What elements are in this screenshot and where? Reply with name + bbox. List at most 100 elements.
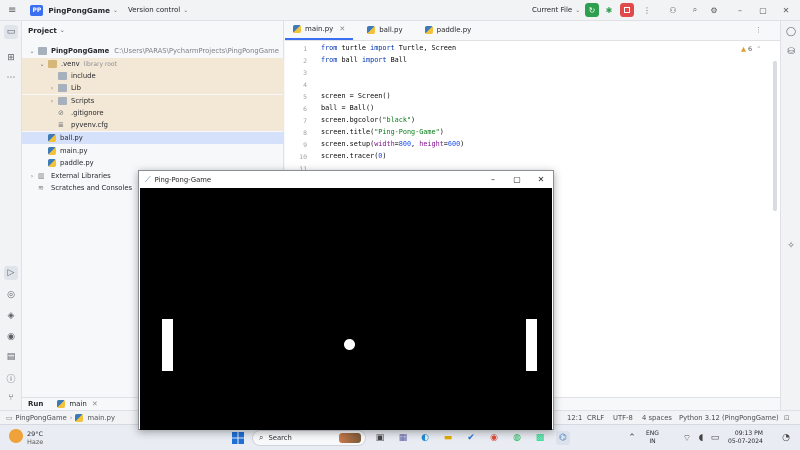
- line-number: 5: [303, 93, 307, 101]
- clock[interactable]: 09:13 PM 05-07-2024: [728, 430, 763, 446]
- close-icon[interactable]: ✕: [529, 171, 553, 188]
- run-config-selector[interactable]: Current File ⌄: [532, 0, 580, 21]
- project-panel-header[interactable]: Project ⌄: [28, 26, 65, 35]
- tab-close-icon[interactable]: ✕: [339, 25, 345, 33]
- weather-icon[interactable]: [9, 429, 23, 443]
- tree-item-gitignore[interactable]: ⊘ .gitignore: [22, 107, 284, 119]
- caret-position[interactable]: 12:1: [567, 414, 582, 422]
- language-indicator[interactable]: ENG IN: [646, 430, 659, 446]
- stop-icon[interactable]: [620, 3, 634, 17]
- more-tabs-icon[interactable]: ⋮: [755, 26, 762, 34]
- show-hidden-icons[interactable]: ⌃: [625, 431, 639, 445]
- chevron-right-icon: ›: [50, 84, 54, 92]
- line-number: 3: [303, 69, 307, 77]
- taskbar-search-box[interactable]: ⌕ Search: [252, 430, 366, 446]
- minimize-icon[interactable]: –: [733, 3, 747, 17]
- git-icon[interactable]: ⑂: [4, 391, 18, 405]
- tree-root-path: C:\Users\PARAS\PycharmProjects\PingPongG…: [114, 47, 279, 55]
- title-bar: ≡ PP PingPongGame ⌄ Version control ⌄ Cu…: [0, 0, 800, 21]
- language-bottom: IN: [649, 438, 656, 445]
- file-encoding[interactable]: UTF-8: [613, 414, 633, 422]
- pycharm-taskbar-icon[interactable]: ▩: [533, 431, 547, 445]
- debug-icon[interactable]: ✱: [602, 3, 616, 17]
- ball: [344, 339, 355, 350]
- tree-item-venv[interactable]: ⌄ .venv library root: [22, 58, 284, 70]
- maximize-icon[interactable]: ▢: [505, 171, 529, 188]
- todo-icon[interactable]: ✔: [464, 431, 478, 445]
- ignore-file-icon: ⊘: [58, 109, 64, 117]
- weather-temp: 29°C: [27, 430, 44, 438]
- python-packages-icon[interactable]: ◎: [4, 288, 18, 302]
- layers-icon[interactable]: ◈: [4, 309, 18, 323]
- turtle-game-window: ⟋ Ping-Pong-Game – ▢ ✕: [138, 170, 554, 430]
- spotify-icon[interactable]: ◍: [510, 431, 524, 445]
- database-icon[interactable]: ⛁: [784, 45, 798, 59]
- wifi-icon[interactable]: ⌔: [680, 431, 694, 445]
- tab-close-icon[interactable]: ✕: [92, 400, 98, 408]
- more-options-icon[interactable]: ⋮: [640, 3, 654, 17]
- indent-setting[interactable]: 4 spaces: [642, 414, 672, 422]
- add-user-icon[interactable]: ⚇: [666, 3, 680, 17]
- edge-icon[interactable]: ◐: [418, 431, 432, 445]
- library-root-hint: library root: [83, 60, 117, 68]
- code-text: ): [460, 140, 465, 148]
- main-menu-icon[interactable]: ≡: [8, 0, 16, 21]
- right-paddle: [526, 319, 537, 371]
- tree-item-pyvenv[interactable]: ≣ pyvenv.cfg: [22, 119, 284, 131]
- version-control-menu[interactable]: Version control ⌄: [128, 0, 188, 21]
- chevron-up-icon: ⌃: [756, 45, 762, 53]
- run-tab-main[interactable]: main ✕: [57, 400, 98, 408]
- tree-root[interactable]: ⌄ PingPongGame C:\Users\PARAS\PycharmPro…: [22, 45, 284, 57]
- run-tool-icon[interactable]: ▷: [4, 266, 18, 280]
- inspection-widget[interactable]: ▲ 6 ⌃: [741, 45, 762, 53]
- folder-icon: [58, 84, 67, 92]
- volume-icon[interactable]: ◖: [694, 431, 708, 445]
- settings-gear-icon[interactable]: ⚙: [707, 3, 721, 17]
- tree-item-label: Lib: [71, 84, 81, 92]
- game-canvas[interactable]: [140, 188, 552, 430]
- search-icon[interactable]: ⌕: [688, 3, 702, 17]
- windows-start-icon[interactable]: [231, 431, 245, 445]
- problems-icon[interactable]: ⓘ: [4, 371, 18, 385]
- close-icon[interactable]: ✕: [779, 3, 793, 17]
- weather-widget[interactable]: 29°C Haze: [27, 430, 43, 446]
- code-line-7: screen.bgcolor("black"): [321, 116, 415, 124]
- task-view-icon[interactable]: ▣: [373, 431, 387, 445]
- editor-scrollbar[interactable]: [773, 61, 777, 211]
- tab-main-py[interactable]: main.py ✕: [285, 20, 354, 40]
- line-separator[interactable]: CRLF: [587, 414, 604, 422]
- tree-item-main-py[interactable]: main.py: [22, 145, 284, 157]
- tab-ball-py[interactable]: ball.py: [359, 20, 410, 40]
- tree-item-include[interactable]: include: [22, 70, 284, 82]
- tree-item-ball-py[interactable]: ball.py: [22, 132, 284, 144]
- turtle-window-titlebar[interactable]: ⟋ Ping-Pong-Game – ▢ ✕: [139, 171, 553, 188]
- python-interpreter[interactable]: Python 3.12 (PingPongGame): [679, 414, 779, 422]
- notification-bell-icon[interactable]: ◔: [779, 431, 793, 445]
- tree-item-lib[interactable]: › Lib: [22, 82, 284, 94]
- tree-item-label: .venv: [61, 60, 80, 68]
- python-taskbar-icon[interactable]: ⌬: [556, 431, 570, 445]
- project-folder-icon[interactable]: ▭: [4, 25, 18, 39]
- code-text: screen.title(: [321, 128, 375, 136]
- structure-icon[interactable]: ⊞: [4, 51, 18, 65]
- project-switcher[interactable]: PP PingPongGame ⌄: [30, 0, 118, 21]
- tree-item-scripts[interactable]: › Scripts: [22, 95, 284, 107]
- breadcrumb[interactable]: ▭ PingPongGame › main.py: [6, 413, 115, 422]
- run-icon[interactable]: ↻: [585, 3, 599, 17]
- minimize-icon[interactable]: –: [481, 171, 505, 188]
- more-tools-icon[interactable]: ⋯: [4, 71, 18, 85]
- services-icon[interactable]: ◉: [4, 330, 18, 344]
- teams-icon[interactable]: ▦: [396, 431, 410, 445]
- lock-icon[interactable]: ⊡: [784, 414, 790, 422]
- chrome-icon[interactable]: ◉: [487, 431, 501, 445]
- terminal-icon[interactable]: ▤: [4, 350, 18, 364]
- file-explorer-icon[interactable]: ▬: [441, 431, 455, 445]
- notifications-icon[interactable]: ◯: [784, 25, 798, 39]
- restore-icon[interactable]: ▢: [756, 3, 770, 17]
- tree-item-paddle-py[interactable]: paddle.py: [22, 157, 284, 169]
- battery-icon[interactable]: ▭: [708, 431, 722, 445]
- folder-icon: [48, 60, 57, 68]
- folder-icon: [38, 47, 47, 55]
- ai-assistant-icon[interactable]: ✧: [784, 239, 798, 253]
- tab-paddle-py[interactable]: paddle.py: [417, 20, 480, 40]
